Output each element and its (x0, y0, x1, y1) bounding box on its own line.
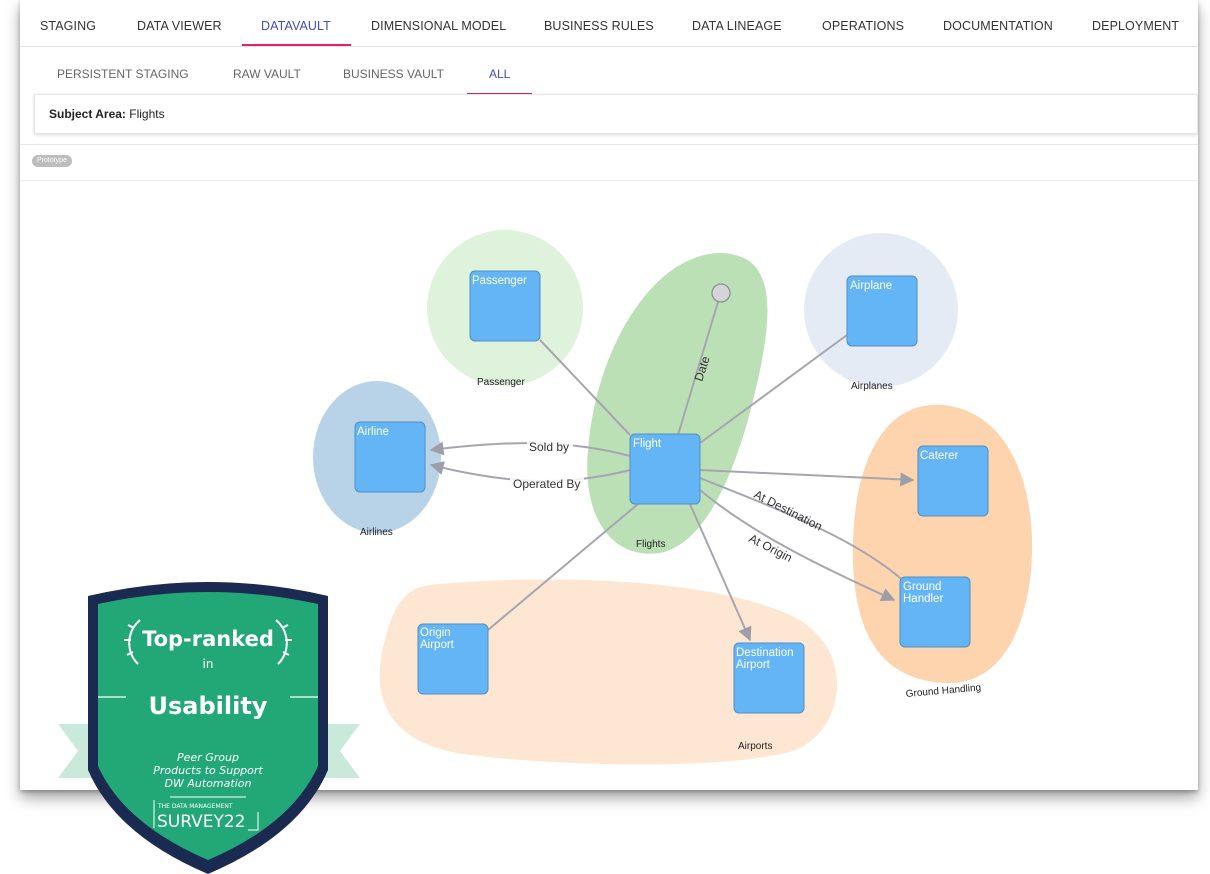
group-label-airports: Airports (738, 741, 772, 752)
group-label-airlines: Airlines (360, 527, 393, 538)
node-label-caterer: Caterer (920, 450, 959, 462)
edge-label-operated-by: Operated By (513, 477, 580, 491)
node-label-passenger: Passenger (472, 275, 527, 287)
badge-bracket-right (248, 812, 259, 831)
edge-label-at-destination: At Destination (752, 487, 825, 533)
datavault-diagram: Sold by Operated By Date At Destination … (313, 230, 1033, 765)
badge-survey-big: SURVEY22 (157, 812, 246, 832)
group-flights (587, 252, 768, 554)
group-label-passenger: Passenger (477, 377, 525, 388)
badge-survey-small: THE DATA MANAGEMENT (157, 803, 233, 810)
node-label-ground-handler: Ground Handler (903, 581, 945, 605)
group-label-flights: Flights (636, 539, 665, 550)
node-label-airplane: Airplane (850, 280, 892, 292)
app-window: STAGING DATA VIEWER DATAVAULT DIMENSIONA… (20, 0, 1198, 790)
edge-label-at-origin: At Origin (747, 531, 795, 565)
edge-label-sold-by: Sold by (529, 440, 569, 454)
date-node[interactable] (711, 283, 731, 303)
node-label-flight: Flight (633, 438, 662, 450)
node-label-airline: Airline (357, 426, 389, 438)
group-label-airplanes: Airplanes (851, 381, 893, 392)
node-label-origin-airport: Origin Airport (420, 627, 455, 651)
group-label-ground-handling: Ground Handling (905, 682, 981, 700)
